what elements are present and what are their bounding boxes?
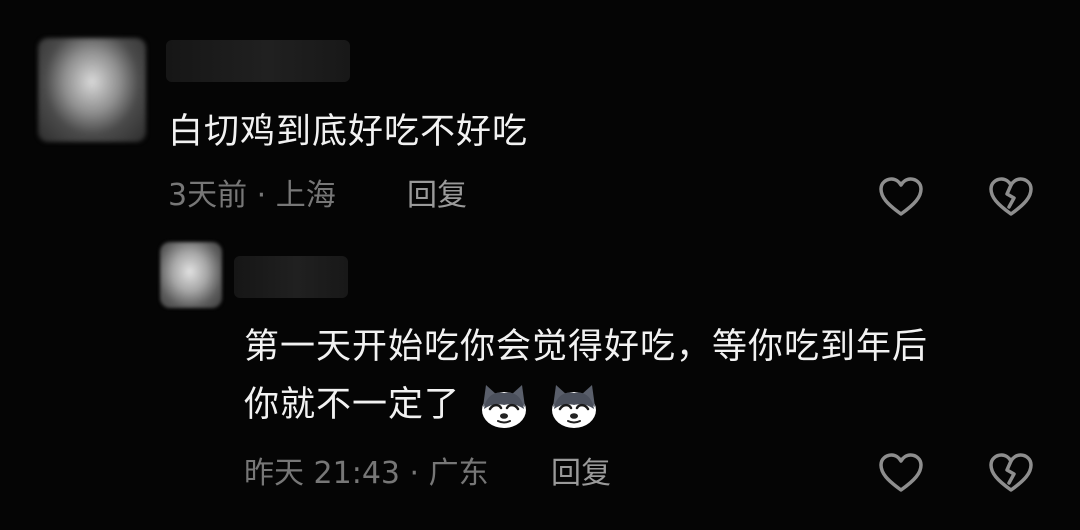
reply-text-line2: 你就不一定了 xyxy=(244,376,1044,434)
reply-text-line1: 第一天开始吃你会觉得好吃，等你吃到年后 xyxy=(244,327,929,367)
husky-dog-emoji xyxy=(548,383,600,429)
broken-heart-icon xyxy=(989,177,1033,216)
reply-button[interactable]: 回复 xyxy=(407,176,467,216)
heart-outline-icon xyxy=(879,177,923,216)
husky-dog-emoji xyxy=(478,383,530,429)
like-button[interactable] xyxy=(878,176,924,218)
dislike-button[interactable] xyxy=(988,452,1034,494)
broken-heart-icon xyxy=(989,453,1033,492)
avatar[interactable] xyxy=(38,38,146,142)
reply-text-line2-words: 你就不一定了 xyxy=(244,385,461,425)
reply-button[interactable]: 回复 xyxy=(551,454,611,494)
heart-outline-icon xyxy=(879,453,923,492)
comment-meta: 3天前 · 上海 xyxy=(168,178,336,213)
like-button[interactable] xyxy=(878,452,924,494)
avatar[interactable] xyxy=(160,242,222,308)
username-blurred[interactable] xyxy=(166,40,350,82)
dislike-button[interactable] xyxy=(988,176,1034,218)
comment-text: 白切鸡到底好吃不好吃 xyxy=(168,112,529,152)
reply-text: 第一天开始吃你会觉得好吃，等你吃到年后 你就不一定了 xyxy=(244,318,1044,434)
reply-meta: 昨天 21:43 · 广东 xyxy=(244,456,489,491)
username-blurred[interactable] xyxy=(234,256,348,298)
